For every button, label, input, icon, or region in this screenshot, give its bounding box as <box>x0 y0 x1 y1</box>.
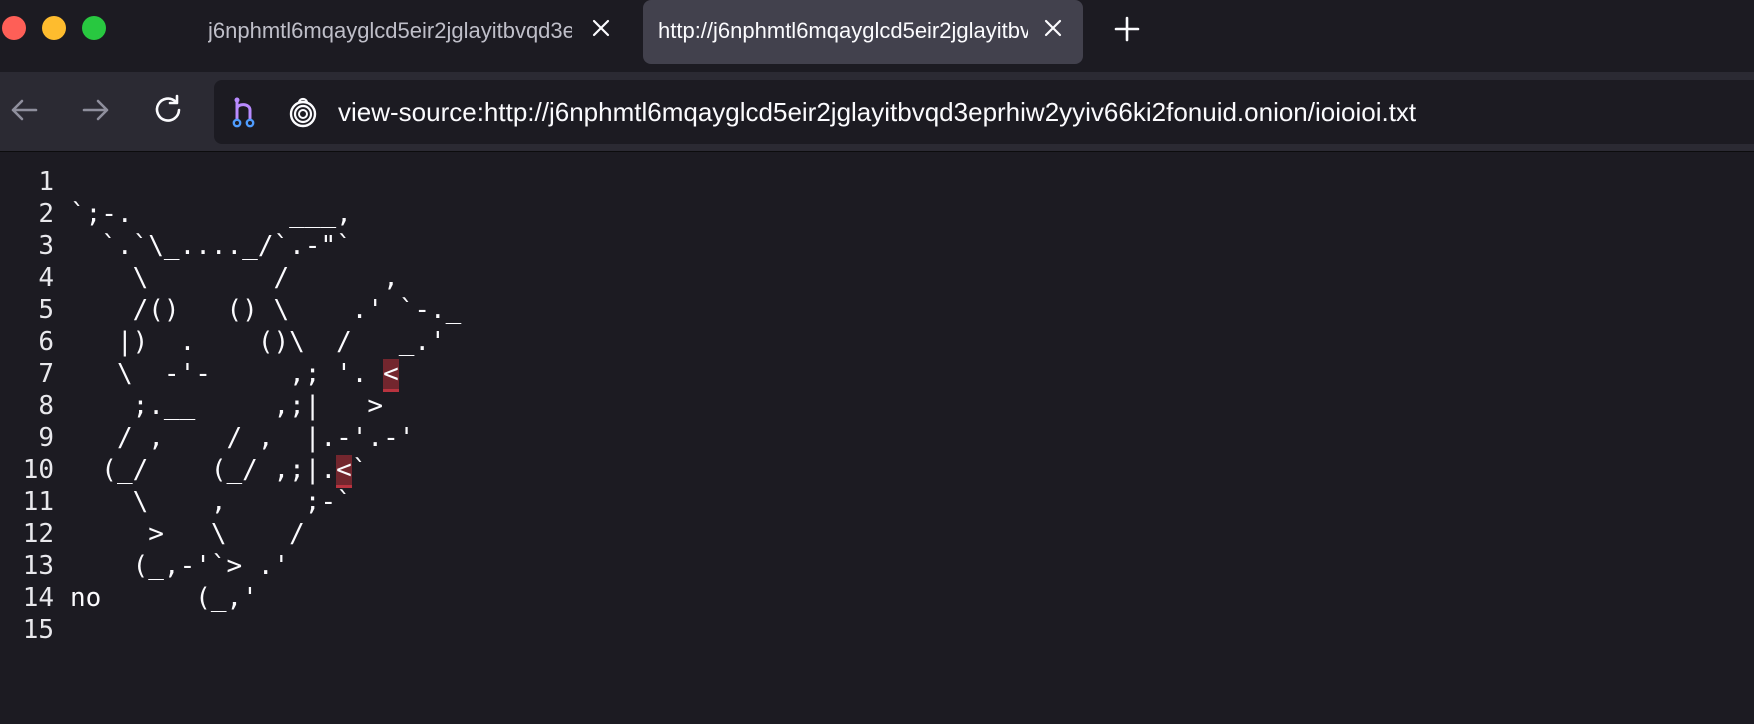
line-number: 4 <box>38 263 54 293</box>
view-source-content: 1 2 `;-. ___, 3 `.`\_...._/`.-"` 4 \ / ,5 /(… <box>0 166 1754 646</box>
forward-button[interactable] <box>78 92 114 128</box>
line-number: 9 <box>38 423 54 453</box>
source-line: 4 \ / , <box>0 262 1754 294</box>
source-line: 2 `;-. ___, <box>0 198 1754 230</box>
line-text-segment: ` <box>351 455 368 485</box>
window-minimize-button[interactable] <box>42 16 66 40</box>
onion-icon[interactable] <box>286 95 320 129</box>
source-line: 10 (_/ (_/ ,;|.<` <box>0 454 1754 488</box>
line-text-segment: \ / , <box>70 263 399 293</box>
arrow-right-icon <box>78 92 114 128</box>
source-line: 5 /() () \ .' `-._ <box>0 294 1754 326</box>
line-text-segment: /() () \ .' `-._ <box>70 295 462 325</box>
line-number: 11 <box>22 487 54 517</box>
line-text: > \ / <box>70 518 305 550</box>
line-number: 5 <box>38 295 54 325</box>
line-text-segment: (_,-'`> .' <box>70 551 290 581</box>
tor-circuit-icon[interactable] <box>228 95 262 129</box>
line-number: 2 <box>38 199 54 229</box>
close-icon[interactable] <box>587 14 615 42</box>
line-text-segment: ;.__ ,;| > <box>70 391 384 421</box>
source-line: 15 <box>0 614 1754 646</box>
line-text: (_/ (_/ ,;|.<` <box>70 454 368 488</box>
source-line: 12 > \ / <box>0 518 1754 550</box>
line-text: `;-. ___, <box>70 198 352 230</box>
line-number: 15 <box>22 615 54 645</box>
line-number: 3 <box>38 231 54 261</box>
line-text: \ -'- ,; '. < <box>70 358 399 392</box>
line-number: 1 <box>38 167 54 197</box>
line-number: 10 <box>22 455 54 485</box>
line-text-segment: \ -'- ,; '. <box>70 359 384 389</box>
line-number: 6 <box>38 327 54 357</box>
line-text: |) . ()\ / _.' <box>70 326 446 358</box>
source-line: 1 <box>0 166 1754 198</box>
url-bar[interactable]: view-source:http://j6nphmtl6mqayglcd5eir… <box>214 80 1754 144</box>
tab-title: j6nphmtl6mqayglcd5eir2jglayitbvqd3eprhiw… <box>208 18 572 43</box>
source-line: 9 / , / , |.-'.-' <box>0 422 1754 454</box>
new-tab-button[interactable] <box>1112 14 1142 44</box>
line-number: 13 <box>22 551 54 581</box>
line-text: /() () \ .' `-._ <box>70 294 462 326</box>
line-text: \ , ;-` <box>70 486 352 518</box>
line-text-segment: > \ / <box>70 519 305 549</box>
line-text-segment: / , / , |.-'.-' <box>70 423 415 453</box>
back-button[interactable] <box>6 92 42 128</box>
reload-icon <box>150 92 186 128</box>
line-text-segment: |) . ()\ / _.' <box>70 327 446 357</box>
source-line: 14 no (_,' <box>0 582 1754 614</box>
source-line: 11 \ , ;-` <box>0 486 1754 518</box>
line-text-segment: `.`\_...._/`.-"` <box>70 231 352 261</box>
line-number: 7 <box>38 359 54 389</box>
line-text-segment: `;-. ___, <box>70 199 352 229</box>
line-number: 12 <box>22 519 54 549</box>
close-icon[interactable] <box>1039 14 1067 42</box>
tab-active[interactable]: http://j6nphmtl6mqayglcd5eir2jglayitbvqd… <box>643 0 1083 64</box>
window-close-button[interactable] <box>2 16 26 40</box>
line-text: no (_,' <box>70 582 258 614</box>
source-line: 13 (_,-'`> .' <box>0 550 1754 582</box>
url-text[interactable]: view-source:http://j6nphmtl6mqayglcd5eir… <box>338 97 1416 127</box>
parse-error-highlight: < <box>336 455 352 488</box>
line-number: 14 <box>22 583 54 613</box>
line-text-segment: (_/ (_/ ,;|. <box>70 455 337 485</box>
line-text: `.`\_...._/`.-"` <box>70 230 352 262</box>
line-text: / , / , |.-'.-' <box>70 422 414 454</box>
line-text: ;.__ ,;| > <box>70 390 383 422</box>
navigation-toolbar: view-source:http://j6nphmtl6mqayglcd5eir… <box>0 72 1754 152</box>
source-line: 3 `.`\_...._/`.-"` <box>0 230 1754 262</box>
line-text-segment: no (_,' <box>70 583 258 613</box>
tab-inactive[interactable]: j6nphmtl6mqayglcd5eir2jglayitbvqd3eprhiw… <box>188 0 628 64</box>
tab-strip: j6nphmtl6mqayglcd5eir2jglayitbvqd3eprhiw… <box>0 0 1754 72</box>
window-zoom-button[interactable] <box>82 16 106 40</box>
line-number: 8 <box>38 391 54 421</box>
tab-title: http://j6nphmtl6mqayglcd5eir2jglayitbvqd… <box>658 18 1028 43</box>
source-line: 6 |) . ()\ / _.' <box>0 326 1754 358</box>
source-line: 8 ;.__ ,;| > <box>0 390 1754 422</box>
source-line: 7 \ -'- ,; '. < <box>0 358 1754 392</box>
line-text: \ / , <box>70 262 399 294</box>
line-text-segment: \ , ;-` <box>70 487 352 517</box>
parse-error-highlight: < <box>383 359 399 392</box>
reload-button[interactable] <box>150 92 186 128</box>
plus-icon <box>1112 14 1142 44</box>
line-text: (_,-'`> .' <box>70 550 290 582</box>
arrow-left-icon <box>6 92 42 128</box>
